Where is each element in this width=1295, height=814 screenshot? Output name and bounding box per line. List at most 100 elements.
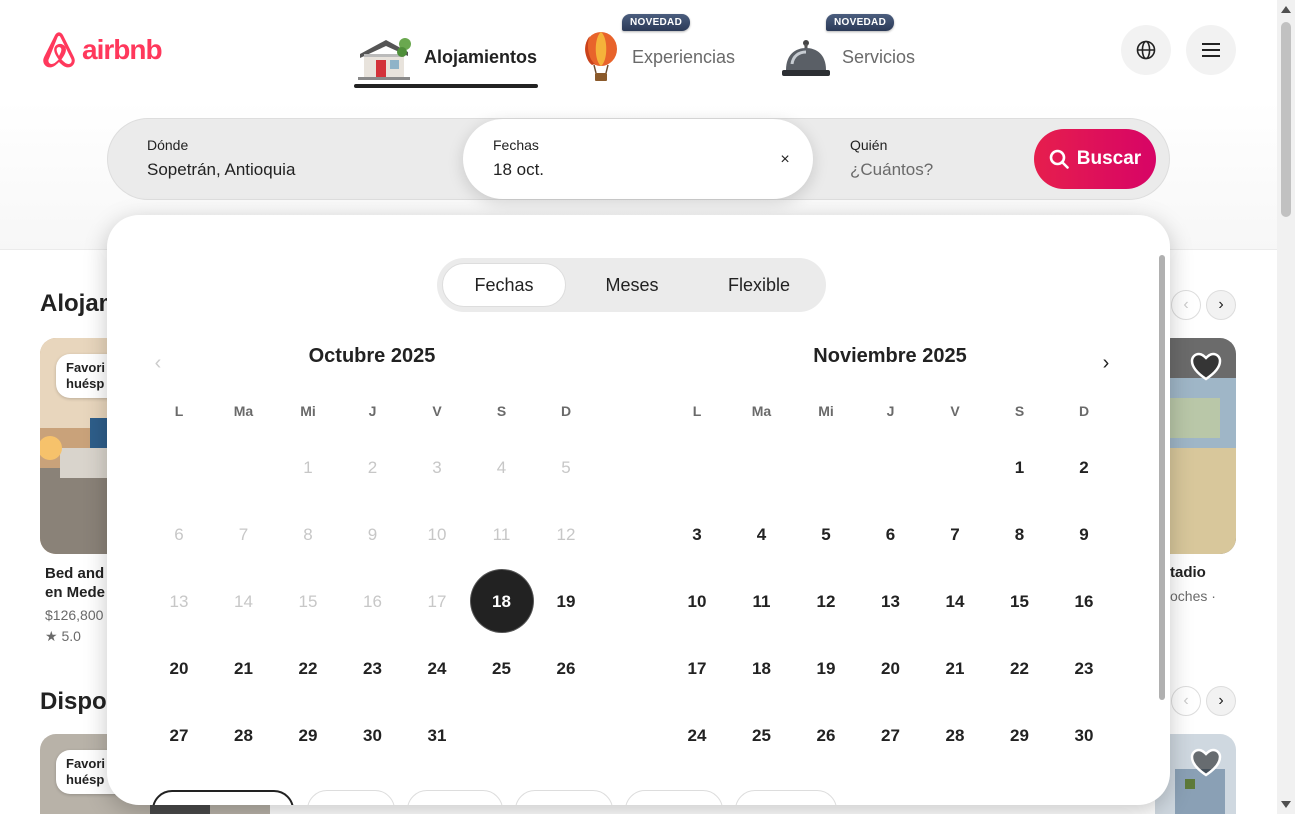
- calendar-day[interactable]: 17: [665, 637, 729, 701]
- calendar-day[interactable]: 6: [859, 503, 923, 567]
- calendar-day[interactable]: 29: [276, 704, 340, 768]
- weekday-header: J: [886, 403, 895, 419]
- calendar-day: 10: [427, 525, 447, 544]
- calendar-day[interactable]: 23: [1052, 637, 1116, 701]
- airbnb-logo-icon: [43, 32, 75, 68]
- calendar-day[interactable]: 18: [730, 637, 794, 701]
- section1-next-arrow-icon[interactable]: ›: [1206, 290, 1236, 320]
- calendar-day[interactable]: 9: [1052, 503, 1116, 567]
- listing-price: $126,800: [45, 607, 104, 623]
- calendar-day[interactable]: 19: [534, 570, 598, 634]
- calendar-day: 12: [556, 525, 576, 544]
- weekday-header: V: [950, 403, 960, 419]
- who-field[interactable]: Quién ¿Cuántos?: [813, 119, 1033, 199]
- heart-icon[interactable]: [1190, 748, 1222, 778]
- calendar-day[interactable]: 24: [665, 704, 729, 768]
- calendar-day[interactable]: 11: [730, 570, 794, 634]
- tab-meses[interactable]: Meses: [572, 263, 692, 307]
- calendar-day[interactable]: 27: [147, 704, 211, 768]
- scrollbar-thumb[interactable]: [1281, 22, 1291, 217]
- calendar-day: 6: [174, 525, 184, 544]
- who-placeholder: ¿Cuántos?: [850, 160, 934, 179]
- where-field[interactable]: Dónde Sopetrán, Antioquia: [108, 119, 463, 199]
- calendar-day[interactable]: 15: [988, 570, 1052, 634]
- calendar-day: 17: [427, 592, 447, 611]
- calendar-day[interactable]: 24: [405, 637, 469, 701]
- tab-flexible[interactable]: Flexible: [697, 263, 821, 307]
- calendar-day: 9: [367, 525, 378, 544]
- calendar-day[interactable]: 26: [794, 704, 858, 768]
- calendar-day[interactable]: 22: [988, 637, 1052, 701]
- calendar-day[interactable]: 13: [859, 570, 923, 634]
- chip-option[interactable]: [625, 790, 723, 805]
- calendar-day[interactable]: 30: [341, 704, 405, 768]
- main-menu-button[interactable]: [1186, 25, 1236, 75]
- chip-option[interactable]: [515, 790, 613, 805]
- calendar-day[interactable]: 30: [1052, 704, 1116, 768]
- weekday-header: Ma: [751, 403, 772, 419]
- calendar-day: 5: [561, 458, 571, 477]
- calendar-day[interactable]: 21: [923, 637, 987, 701]
- calendar-day[interactable]: 31: [405, 704, 469, 768]
- nav-tab-servicios[interactable]: Servicios NOVEDAD: [780, 14, 915, 90]
- search-icon: [1049, 149, 1069, 169]
- calendar-day: 1: [303, 458, 313, 477]
- calendar-day[interactable]: 20: [859, 637, 923, 701]
- calendar-day[interactable]: 26: [534, 637, 598, 701]
- calendar-day[interactable]: 5: [794, 503, 858, 567]
- section2-prev-arrow-icon[interactable]: ‹: [1171, 686, 1201, 716]
- calendar-day[interactable]: 22: [276, 637, 340, 701]
- language-button[interactable]: [1121, 25, 1171, 75]
- weekday-header: D: [560, 403, 572, 419]
- chip-exact-dates[interactable]: [152, 790, 294, 805]
- calendar-day: 15: [298, 592, 318, 611]
- calendar-day[interactable]: 12: [794, 570, 858, 634]
- scroll-down-arrow-icon[interactable]: [1281, 801, 1291, 808]
- calendar-day[interactable]: 2: [1052, 436, 1116, 500]
- calendar-day[interactable]: 4: [730, 503, 794, 567]
- calendar-day[interactable]: 3: [665, 503, 729, 567]
- calendar-day[interactable]: 20: [147, 637, 211, 701]
- calendar-day[interactable]: 8: [988, 503, 1052, 567]
- chip-option[interactable]: [735, 790, 837, 805]
- listing-title: Bed and en Mede: [45, 565, 106, 601]
- tab-fechas[interactable]: Fechas: [442, 263, 566, 307]
- calendar-day[interactable]: 28: [212, 704, 276, 768]
- clear-dates-icon[interactable]: ×: [775, 150, 795, 170]
- month-title: Octubre 2025: [308, 345, 436, 367]
- calendar-day[interactable]: 1: [988, 436, 1052, 500]
- calendar-day[interactable]: 27: [859, 704, 923, 768]
- calendar-day[interactable]: 28: [923, 704, 987, 768]
- window-scrollbar[interactable]: [1277, 0, 1295, 814]
- weekday-header: L: [692, 403, 702, 419]
- date-mode-tabs: Fechas Meses Flexible: [437, 258, 826, 312]
- calendar-day-selected[interactable]: 18: [470, 570, 534, 634]
- calendar-day[interactable]: 16: [1052, 570, 1116, 634]
- calendar-day[interactable]: 10: [665, 570, 729, 634]
- calendar-day[interactable]: 25: [730, 704, 794, 768]
- dates-field[interactable]: Fechas 18 oct. ×: [463, 119, 813, 199]
- nav-tab-alojamientos[interactable]: Alojamientos: [356, 24, 537, 90]
- calendar-day[interactable]: 21: [212, 637, 276, 701]
- listing-title-right: tadio: [1170, 564, 1206, 581]
- nav-tab-experiencias[interactable]: Experiencias NOVEDAD: [582, 14, 735, 90]
- month-title: Noviembre 2025: [813, 345, 967, 367]
- chip-option[interactable]: [307, 790, 395, 805]
- calendar-day[interactable]: 25: [470, 637, 534, 701]
- section2-next-arrow-icon[interactable]: ›: [1206, 686, 1236, 716]
- calendar-day[interactable]: 23: [341, 637, 405, 701]
- section1-prev-arrow-icon[interactable]: ‹: [1171, 290, 1201, 320]
- service-bell-icon: [782, 40, 830, 76]
- calendar-day[interactable]: 14: [923, 570, 987, 634]
- airbnb-logo[interactable]: airbnb: [40, 30, 163, 70]
- search-button[interactable]: Buscar: [1034, 129, 1156, 189]
- calendar-day[interactable]: 7: [923, 503, 987, 567]
- popover-scrollbar[interactable]: [1159, 255, 1165, 700]
- calendar-day[interactable]: 19: [794, 637, 858, 701]
- weekday-header: V: [432, 403, 442, 419]
- calendar-day[interactable]: 29: [988, 704, 1052, 768]
- weekday-header: Mi: [818, 403, 834, 419]
- scroll-up-arrow-icon[interactable]: [1281, 6, 1291, 13]
- heart-icon[interactable]: [1190, 352, 1222, 382]
- chip-option[interactable]: [407, 790, 503, 805]
